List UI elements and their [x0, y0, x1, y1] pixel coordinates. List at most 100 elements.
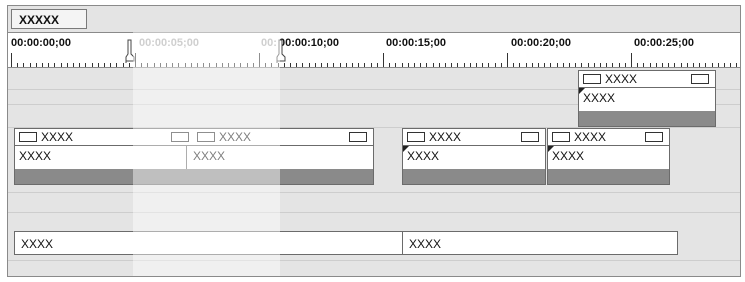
ruler-tick: [203, 63, 205, 67]
ruler-tick: [445, 63, 446, 67]
clip-thumbnail-icon: [552, 132, 570, 142]
clip-bar: [403, 169, 545, 184]
ruler-tick: [190, 63, 192, 67]
ruler-tick: [494, 63, 496, 67]
ruler-tick: [538, 63, 539, 67]
ruler-tick: [79, 63, 81, 67]
ruler-tick: [556, 63, 558, 67]
ruler-tick: [302, 63, 304, 67]
in-point-marker-icon[interactable]: [125, 39, 135, 63]
ruler-tick: [699, 63, 701, 67]
ruler-tick: [290, 63, 291, 67]
ruler-tick: [730, 63, 732, 67]
ruler-tick: [383, 53, 384, 67]
clip-name: XXXX: [407, 149, 440, 163]
video-clip[interactable]: XXXX XXXX: [578, 70, 716, 127]
ruler-tick: [352, 63, 353, 67]
ruler-tick: [246, 63, 248, 67]
ruler-tick: [73, 63, 74, 67]
ruler-tick: [48, 63, 50, 67]
ruler-tick: [215, 63, 217, 67]
ruler-tick: [395, 63, 397, 67]
ruler-tick: [197, 63, 198, 67]
ruler-tick: [606, 63, 608, 67]
ruler-tick: [358, 63, 360, 67]
ruler-ticks: [8, 33, 740, 67]
ruler-tick: [234, 63, 236, 67]
ruler-tick: [587, 63, 589, 67]
ruler-tick: [172, 63, 174, 67]
clip-title: XXXX: [605, 72, 638, 86]
ruler-tick: [153, 63, 155, 67]
ruler-tick: [618, 63, 620, 67]
ruler-tick: [569, 63, 570, 67]
ruler-tick: [637, 63, 639, 67]
ruler-tick: [519, 63, 521, 67]
ruler-tick: [178, 63, 180, 67]
track-divider: [8, 260, 740, 261]
ruler-tick: [11, 53, 12, 67]
clip-end-thumbnail-icon: [691, 74, 709, 84]
track-divider: [8, 192, 740, 193]
ruler-tick: [525, 63, 527, 67]
ruler-tick: [166, 63, 167, 67]
sequence-tab[interactable]: XXXXX: [11, 9, 87, 29]
ruler-tick: [85, 63, 87, 67]
clip-name: XXXX: [583, 91, 616, 105]
ruler-tick: [624, 63, 626, 67]
ruler-tick: [513, 63, 515, 67]
clip-thumbnail-icon: [583, 74, 601, 84]
ruler-tick: [259, 53, 260, 67]
clip-name: XXXX: [19, 149, 52, 163]
clip-title: XXXX: [574, 130, 607, 144]
video-clip[interactable]: XXXX XXXX: [547, 128, 670, 185]
track-divider: [8, 212, 740, 213]
clip-title: XXXX: [219, 130, 252, 144]
ruler-tick: [507, 53, 508, 67]
ruler-tick: [17, 63, 19, 67]
audio-clip[interactable]: XXXX: [402, 231, 678, 255]
ruler-tick: [271, 63, 273, 67]
clip-thumbnail-icon: [19, 132, 37, 142]
time-ruler[interactable]: 00:00:00;00 00:00:05;00 00: 00:00:10;00 …: [8, 32, 740, 68]
ruler-tick: [631, 53, 632, 67]
ruler-tick: [693, 63, 694, 67]
clip-thumbnail-icon: [407, 132, 425, 142]
ruler-tick: [128, 63, 130, 67]
out-point-marker-icon[interactable]: [276, 39, 286, 63]
ruler-tick: [389, 63, 391, 67]
clip-name: XXXX: [21, 237, 54, 251]
ruler-tick: [209, 63, 211, 67]
clip-thumbnail-icon: [197, 132, 215, 142]
clip-end-thumbnail-icon: [645, 132, 663, 142]
ruler-tick: [116, 63, 118, 67]
ruler-tick: [593, 63, 595, 67]
ruler-tick: [736, 63, 738, 67]
ruler-tick: [705, 63, 707, 67]
ruler-tick: [252, 63, 254, 67]
video-clip[interactable]: XXXX XXXX: [402, 128, 546, 185]
ruler-tick: [414, 63, 415, 67]
ruler-tick: [228, 63, 229, 67]
ruler-tick: [91, 63, 93, 67]
ruler-tick: [327, 63, 329, 67]
ruler-tick: [482, 63, 484, 67]
ruler-tick: [401, 63, 403, 67]
clip-name: XXXX: [193, 149, 226, 163]
ruler-tick: [463, 63, 465, 67]
ruler-tick: [221, 63, 223, 67]
ruler-tick: [104, 63, 105, 67]
audio-clip[interactable]: XXXX: [14, 231, 403, 255]
clip-name: XXXX: [409, 237, 442, 251]
clip-bar: [579, 111, 715, 126]
video-clip[interactable]: XXXX XXXX XXXX XXXX: [14, 128, 374, 185]
ruler-tick: [724, 63, 725, 67]
ruler-tick: [141, 63, 143, 67]
ruler-tick: [308, 63, 310, 67]
clip-title: XXXX: [41, 130, 74, 144]
ruler-tick: [674, 63, 676, 67]
clip-end-thumbnail-icon: [171, 132, 189, 142]
ruler-tick: [711, 63, 713, 67]
ruler-tick: [122, 63, 124, 67]
ruler-tick: [655, 63, 657, 67]
